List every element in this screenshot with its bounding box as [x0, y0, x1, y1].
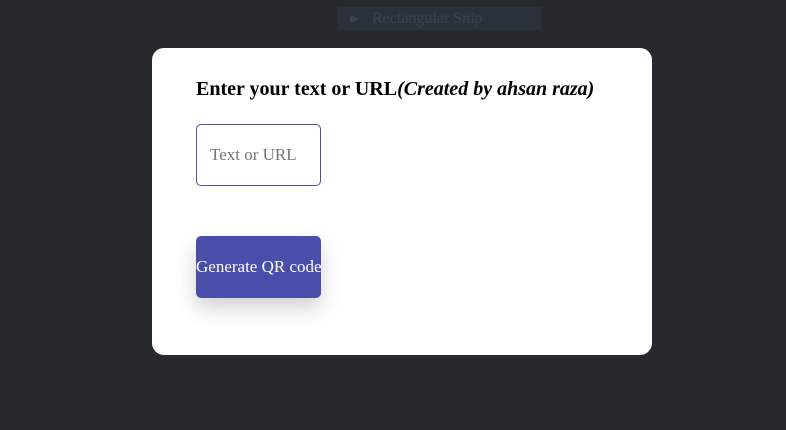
form-heading: Enter your text or URL(Created by ahsan …: [196, 78, 594, 101]
generate-qr-code-button[interactable]: Generate QR code: [196, 236, 322, 298]
qr-generator-card: Enter your text or URL(Created by ahsan …: [152, 48, 652, 355]
snip-toolbar[interactable]: Rectangular Snip: [338, 7, 541, 30]
heading-text: Enter your text or URL: [196, 78, 398, 100]
snip-toolbar-label: Rectangular Snip: [372, 9, 483, 27]
snip-arrow-icon: [348, 12, 362, 26]
heading-credit: (Created by ahsan raza): [397, 78, 595, 100]
text-or-url-input[interactable]: [196, 124, 321, 186]
